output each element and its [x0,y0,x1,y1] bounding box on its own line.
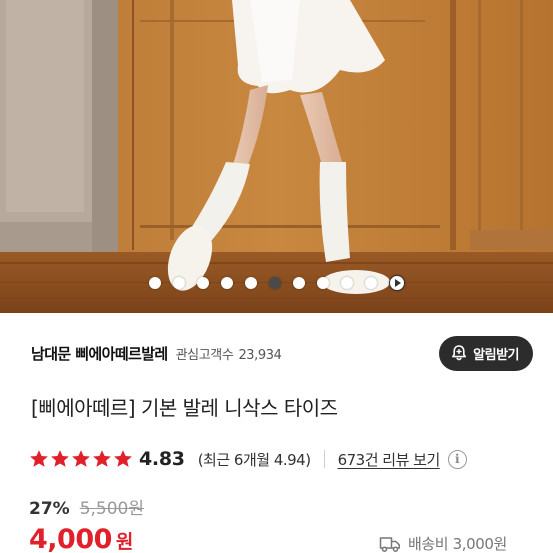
carousel-indicator [0,275,553,291]
star-icon [93,450,111,467]
discount-rate: 27% [29,499,70,519]
shipping-text: 배송비 3,000원 [408,535,507,553]
product-title: [삐에아떼르] 기본 발레 니삭스 타이즈 [31,396,338,420]
star-icon [51,450,69,467]
original-price: 5,500원 [79,499,145,519]
rating-row: 4.83 (최근 6개월 4.94) 673건 리뷰 보기 i [29,444,467,474]
star-icon [30,450,48,467]
rating-value: 4.83 [139,448,185,470]
price-row: 4,000 원 [29,524,133,553]
sale-price: 4,000 [29,524,112,553]
carousel-dot[interactable] [196,277,209,289]
info-icon[interactable]: i [447,449,467,469]
watchers-label: 관심고객수 [175,347,234,363]
star-icon [114,450,132,467]
carousel-dot[interactable] [316,277,329,289]
star-icon [72,450,90,467]
discount-row: 27% 5,500원 [29,494,144,519]
carousel-dot[interactable] [220,277,233,289]
watchers-count-text: 관심고객수 23,934 [176,344,282,363]
currency: 원 [115,531,134,553]
play-icon[interactable] [388,275,405,291]
carousel-dot[interactable] [148,277,161,289]
product-image[interactable] [0,0,553,313]
carousel-dot[interactable] [364,277,377,289]
alarm-button[interactable]: 알림받기 [439,335,533,371]
divider [323,450,325,468]
store-info-row: 남대문 삐에아떼르발레 관심고객수 23,934 알림받기 [31,334,533,372]
carousel-dot[interactable] [172,277,185,289]
recent-rating: (최근 6개월 4.94) [197,450,311,469]
shipping-info: 배송비 3,000원 [379,533,507,553]
store-name[interactable]: 남대문 삐에아떼르발레 [31,343,168,364]
carousel-dot-active[interactable] [268,277,281,289]
bell-plus-icon [452,345,467,361]
product-photo [0,0,553,313]
review-link[interactable]: 673건 리뷰 보기 [338,449,441,470]
carousel-dot[interactable] [292,277,305,289]
alarm-button-label: 알림받기 [473,347,519,363]
carousel-dot[interactable] [340,277,353,289]
watchers-count: 23,934 [238,347,282,363]
truck-icon [379,536,400,552]
carousel-dot[interactable] [244,277,257,289]
rating-stars [29,449,133,469]
